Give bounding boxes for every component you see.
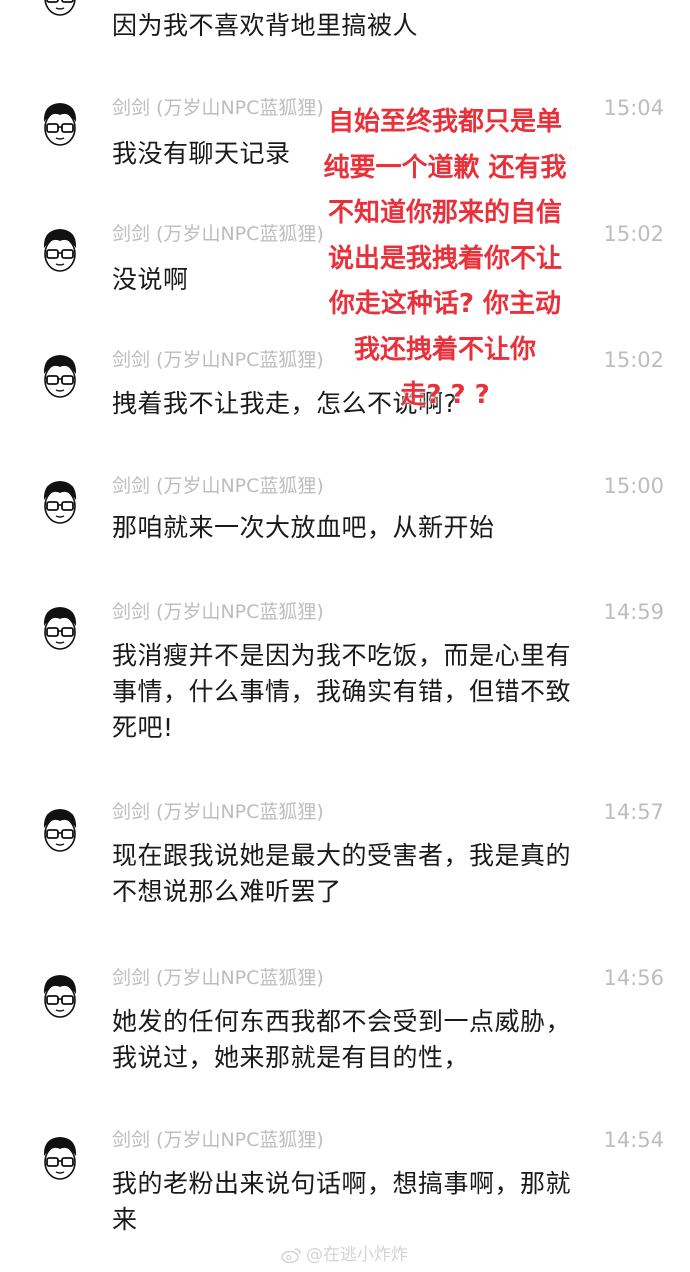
- message-time: 15:00: [603, 474, 664, 498]
- avatar[interactable]: [38, 478, 82, 526]
- message-text: 因为我不喜欢背地里搞被人: [112, 11, 419, 40]
- sender-name: 剑剑 (万岁山NPC蓝狐狸): [112, 475, 324, 497]
- cartoon-boy-glasses-icon: [43, 809, 77, 852]
- chat-screen: 因为我不喜欢背地里搞被人 剑剑 (万岁山NPC蓝狐狸) 15:04 我没有聊天记…: [0, 0, 690, 1272]
- cartoon-boy-glasses-icon: [43, 355, 77, 398]
- message-time: 15:04: [603, 96, 664, 120]
- avatar[interactable]: [38, 352, 82, 400]
- sender-name: 剑剑 (万岁山NPC蓝狐狸): [112, 223, 324, 245]
- avatar[interactable]: [38, 604, 82, 652]
- avatar[interactable]: [38, 1134, 82, 1182]
- sender-name: 剑剑 (万岁山NPC蓝狐狸): [112, 349, 324, 371]
- cartoon-boy-glasses-icon: [44, 0, 76, 16]
- message-text: 那咱就来一次大放血吧，从新开始: [112, 513, 495, 542]
- message-time: 15:02: [603, 222, 664, 246]
- message-time: 15:02: [603, 348, 664, 372]
- message-time: 14:54: [603, 1128, 664, 1152]
- cartoon-boy-glasses-icon: [43, 103, 77, 146]
- sender-name: 剑剑 (万岁山NPC蓝狐狸): [112, 1129, 324, 1151]
- message-time: 14:59: [603, 600, 664, 624]
- cartoon-boy-glasses-icon: [43, 607, 77, 650]
- avatar[interactable]: [38, 806, 82, 854]
- cartoon-boy-glasses-icon: [43, 229, 77, 272]
- avatar[interactable]: [38, 100, 82, 148]
- message-time: 14:56: [603, 966, 664, 990]
- message-text: 我的老粉出来说句话啊，想搞事啊，那就 来: [112, 1169, 572, 1234]
- message-text: 现在跟我说她是最大的受害者，我是真的 不想说那么难听罢了: [112, 841, 572, 906]
- cartoon-boy-glasses-icon: [43, 975, 77, 1018]
- sender-name: 剑剑 (万岁山NPC蓝狐狸): [112, 601, 324, 623]
- watermark: @在逃小炸炸: [280, 1240, 408, 1265]
- cartoon-boy-glasses-icon: [43, 481, 77, 524]
- sender-name: 剑剑 (万岁山NPC蓝狐狸): [112, 97, 324, 119]
- message-text: 我消瘦并不是因为我不吃饭，而是心里有 事情，什么事情，我确实有错，但错不致 死吧…: [112, 641, 572, 742]
- avatar[interactable]: [38, 226, 82, 274]
- weibo-logo-icon: [280, 1247, 302, 1264]
- message-text: 她发的任何东西我都不会受到一点威胁， 我说过，她来那就是有目的性，: [112, 1007, 572, 1072]
- overlay-annotation: 自始至终我都只是单 纯要一个道歉 还有我 不知道你那来的自信 说出是我拽着你不让…: [323, 107, 567, 410]
- message-time: 14:57: [603, 800, 664, 824]
- avatar[interactable]: [38, 972, 82, 1020]
- avatar[interactable]: [38, 0, 82, 18]
- chat-message: 因为我不喜欢背地里搞被人: [0, 0, 690, 50]
- sender-name: 剑剑 (万岁山NPC蓝狐狸): [112, 967, 324, 989]
- sender-name: 剑剑 (万岁山NPC蓝狐狸): [112, 801, 324, 823]
- cartoon-boy-glasses-icon: [43, 1137, 77, 1180]
- watermark-text: @在逃小炸炸: [306, 1245, 408, 1265]
